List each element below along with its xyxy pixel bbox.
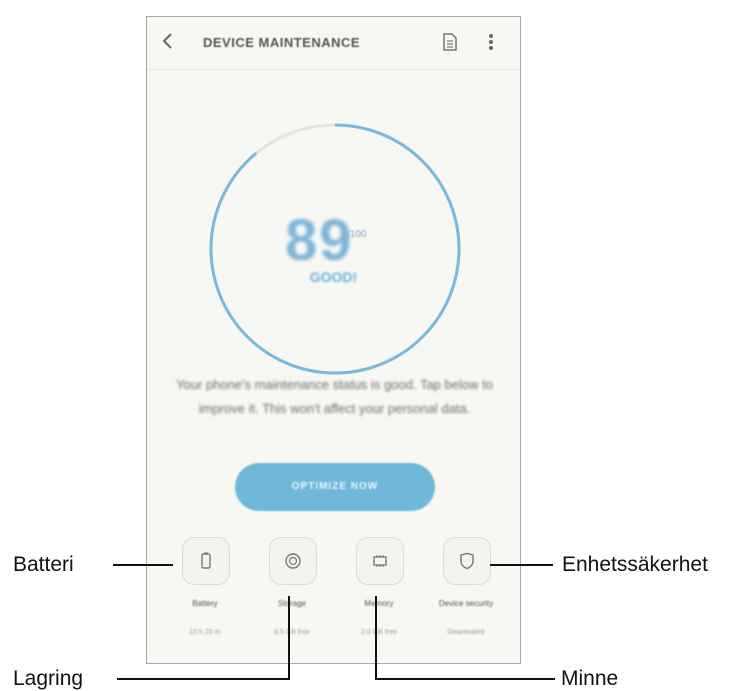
battery-button[interactable] [182, 537, 230, 585]
storage-label: Storage [277, 599, 307, 608]
chevron-left-icon [162, 33, 172, 49]
battery-value: 10 h 20 m [189, 629, 221, 636]
more-options-button[interactable] [481, 32, 501, 54]
score-value: 89 [285, 208, 354, 273]
score-max: /100 [347, 229, 367, 240]
battery-icon [201, 552, 211, 569]
storage-module[interactable]: Storage 8.5 GB free [246, 537, 336, 647]
storage-button[interactable] [269, 537, 317, 585]
page-title: DEVICE MAINTENANCE [203, 35, 361, 50]
document-icon [443, 33, 457, 51]
memory-label: Memory [364, 599, 394, 608]
back-button[interactable] [161, 30, 181, 54]
device-security-button[interactable] [443, 537, 491, 585]
storage-value: 8.5 GB free [274, 629, 310, 636]
device-maintenance-screen: DEVICE MAINTENANCE 89 /100 GOOD! Your ph… [146, 16, 521, 664]
callout-storage-line-h [117, 678, 290, 680]
callout-device-security-line [490, 564, 553, 566]
storage-icon [285, 553, 301, 569]
callout-battery-line [113, 564, 173, 566]
shield-icon [460, 552, 474, 570]
optimize-now-button[interactable]: OPTIMIZE NOW [235, 463, 435, 511]
device-security-module[interactable]: Device security Deactivated [420, 537, 510, 647]
callout-memory: Minne [561, 667, 619, 690]
more-vertical-icon [489, 34, 493, 50]
device-security-value: Deactivated [447, 629, 485, 636]
device-security-label: Device security [438, 599, 494, 608]
callout-device-security: Enhetssäkerhet [562, 553, 708, 576]
callout-memory-line-v [375, 596, 377, 680]
battery-module[interactable]: Battery 10 h 20 m [159, 537, 249, 647]
app-bar: DEVICE MAINTENANCE [147, 17, 520, 70]
report-button[interactable] [443, 33, 457, 51]
battery-label: Battery [192, 599, 218, 608]
callout-storage-line-v [288, 596, 290, 680]
callout-battery: Batteri [13, 553, 74, 576]
memory-icon [373, 555, 387, 567]
memory-button[interactable] [356, 537, 404, 585]
status-description: Your phone's maintenance status is good.… [176, 377, 493, 416]
callout-memory-line-h [375, 678, 555, 680]
callout-storage: Lagring [13, 667, 84, 690]
memory-module[interactable]: Memory 2.0 GB free [333, 537, 423, 647]
status-label: GOOD! [309, 269, 358, 285]
memory-value: 2.0 GB free [361, 629, 397, 636]
